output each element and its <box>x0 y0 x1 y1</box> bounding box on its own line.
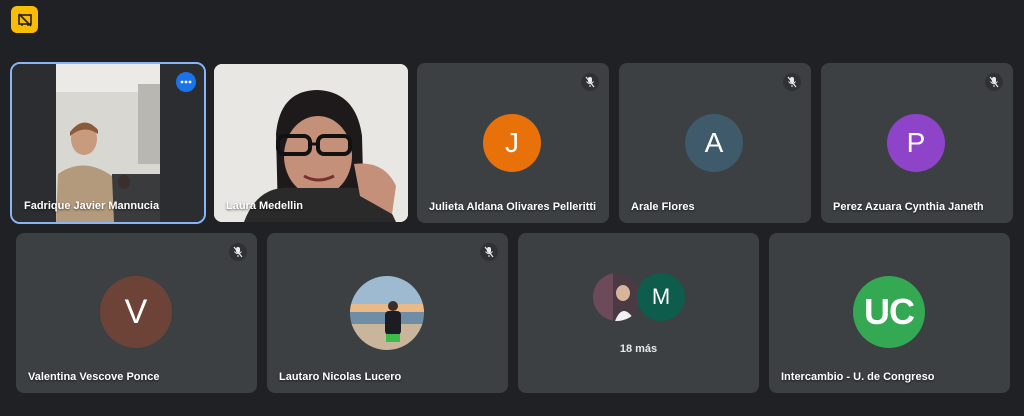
mic-off-indicator <box>985 73 1003 91</box>
participant-tile[interactable]: P Perez Azuara Cynthia Janeth <box>821 63 1013 223</box>
participant-name: Fadrique Javier Mannucia <box>24 200 160 212</box>
mic-off-indicator <box>581 73 599 91</box>
mic-off-icon <box>484 246 494 258</box>
participant-name: Julieta Aldana Olivares Pelleritti <box>429 201 597 213</box>
participant-name: Intercambio - U. de Congreso <box>781 371 935 383</box>
presentation-button[interactable] <box>11 6 38 33</box>
participant-name: Perez Azuara Cynthia Janeth <box>833 201 984 213</box>
participant-tile[interactable]: A Arale Flores <box>619 63 811 223</box>
participant-video <box>12 64 204 222</box>
avatar-initial: A <box>704 127 724 158</box>
avatar-initial: P <box>906 127 926 158</box>
more-horizontal-icon <box>180 80 192 84</box>
participant-tile[interactable]: V Valentina Vescove Ponce <box>16 233 257 393</box>
participant-avatar: A <box>685 114 743 172</box>
participant-name: Valentina Vescove Ponce <box>28 371 160 383</box>
participant-name: Laura Medellin <box>226 200 304 212</box>
participant-photo-avatar <box>350 276 424 350</box>
mic-off-icon <box>233 246 243 258</box>
mic-off-icon <box>989 76 999 88</box>
mic-off-indicator <box>229 243 247 261</box>
avatar-initial: M <box>651 284 671 309</box>
mic-off-indicator <box>783 73 801 91</box>
participant-tile[interactable]: Fadrique Javier Mannucia <box>10 62 206 224</box>
participant-avatar: P <box>887 114 945 172</box>
participant-name: Arale Flores <box>631 201 695 213</box>
mic-off-icon <box>585 76 595 88</box>
avatar-initial: J <box>505 127 519 158</box>
participant-avatar: M <box>637 273 685 321</box>
participant-avatar: V <box>100 276 172 348</box>
participant-tile[interactable]: Laura Medellin <box>214 64 408 222</box>
more-participants-count: 18 más <box>619 343 658 355</box>
participant-video <box>214 64 408 222</box>
participant-avatar: J <box>483 114 541 172</box>
participant-photo-avatar <box>593 273 641 321</box>
avatar-initial: V <box>124 292 148 331</box>
more-options-button[interactable] <box>176 72 196 92</box>
participant-tile[interactable]: UC Intercambio - U. de Congreso <box>769 233 1010 393</box>
participant-tile[interactable]: Lautaro Nicolas Lucero <box>267 233 508 393</box>
participant-avatar: UC <box>853 276 925 348</box>
participant-tile[interactable]: J Julieta Aldana Olivares Pelleritti <box>417 63 609 223</box>
avatar-initial: UC <box>864 291 915 332</box>
mic-off-icon <box>787 76 797 88</box>
present-off-icon <box>17 12 32 27</box>
participant-name: Lautaro Nicolas Lucero <box>279 371 402 383</box>
more-participants-tile[interactable]: M 18 más <box>518 233 759 393</box>
mic-off-indicator <box>480 243 498 261</box>
